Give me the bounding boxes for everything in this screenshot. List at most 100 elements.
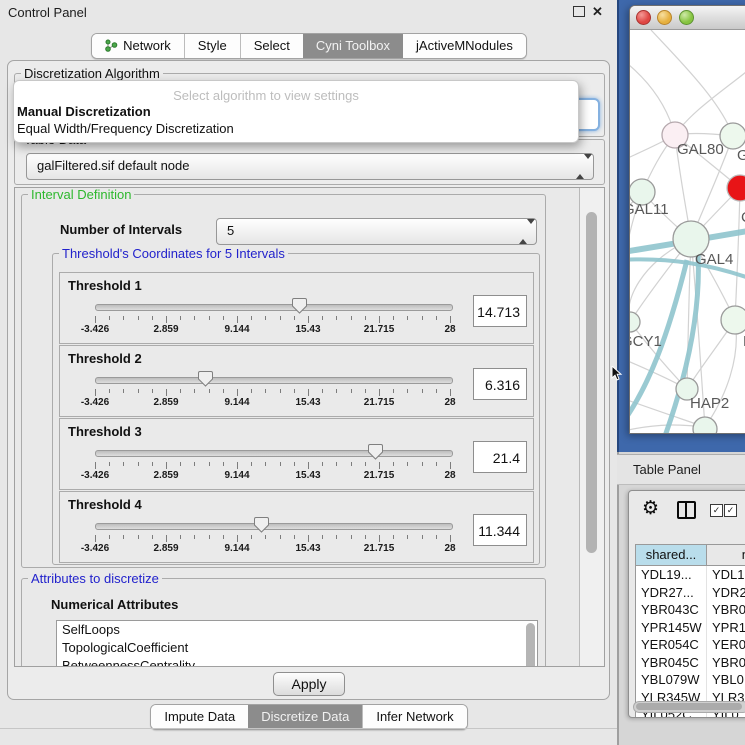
- minor-tick: [123, 535, 124, 539]
- minor-tick: [152, 462, 153, 466]
- number-of-intervals-combobox[interactable]: 5: [216, 218, 537, 245]
- column-header-name[interactable]: na: [707, 545, 745, 565]
- tick-label: 21.715: [364, 324, 395, 335]
- tab-style[interactable]: Style: [184, 34, 240, 58]
- close-traffic-light-icon[interactable]: [636, 10, 651, 25]
- checkbox-icon[interactable]: ✓: [710, 504, 723, 517]
- combo-spinner-icon[interactable]: [576, 159, 585, 174]
- minor-tick: [194, 316, 195, 320]
- algorithm-dropdown-popup: Select algorithm to view settings Manual…: [13, 80, 579, 143]
- table-cell: YBR0: [707, 601, 745, 619]
- numerical-attributes-list[interactable]: SelfLoopsTopologicalCoefficientBetweenne…: [56, 620, 538, 667]
- list-item[interactable]: SelfLoops: [57, 621, 537, 639]
- network-node[interactable]: [721, 306, 745, 334]
- minor-tick: [294, 462, 295, 466]
- pane-scrollbar-thumb[interactable]: [586, 212, 597, 553]
- checkbox-icon[interactable]: ✓: [724, 504, 737, 517]
- network-node[interactable]: [630, 312, 640, 332]
- table-data-combobox[interactable]: galFiltered.sif default node: [26, 153, 594, 180]
- list-item[interactable]: BetweennessCentrality: [57, 657, 537, 667]
- major-tick: [237, 535, 238, 542]
- major-tick: [95, 389, 96, 396]
- major-tick: [308, 389, 309, 396]
- network-node[interactable]: [693, 417, 717, 433]
- minor-tick: [422, 316, 423, 320]
- pane-scrollbar[interactable]: [579, 188, 605, 666]
- menu-item-manual-discretization[interactable]: Manual Discretization: [17, 104, 151, 119]
- tick-label: 28: [444, 470, 455, 481]
- table-row[interactable]: YDL19...YDL1: [636, 566, 745, 584]
- float-window-icon[interactable]: [573, 6, 585, 17]
- threshold-value-field[interactable]: 21.4: [473, 441, 527, 473]
- tab-impute-data[interactable]: Impute Data: [151, 705, 248, 729]
- minor-tick: [365, 316, 366, 320]
- table-row[interactable]: YDR27...YDR2: [636, 584, 745, 602]
- table-cell: YDL1: [707, 566, 745, 584]
- tab-jactivemnodules[interactable]: jActiveMNodules: [403, 34, 526, 58]
- list-item[interactable]: TopologicalCoefficient: [57, 639, 537, 657]
- major-tick: [95, 316, 96, 323]
- slider-track[interactable]: [95, 450, 453, 457]
- table-cell: YBR043C: [636, 601, 707, 619]
- minor-tick: [393, 462, 394, 466]
- table-row[interactable]: YBL079WYBL0: [636, 671, 745, 689]
- table-row[interactable]: YPR145WYPR1: [636, 619, 745, 637]
- table-cell: YER0: [707, 636, 745, 654]
- close-icon[interactable]: ✕: [592, 6, 603, 18]
- minimize-traffic-light-icon[interactable]: [657, 10, 672, 25]
- minor-tick: [407, 316, 408, 320]
- network-canvas[interactable]: GAL80GACGAL11GAL4GCY1HHAP2: [630, 30, 745, 433]
- column-header-shared-name[interactable]: shared...: [636, 545, 707, 565]
- network-edge[interactable]: [651, 30, 733, 136]
- threshold-value-field[interactable]: 14.713: [473, 295, 527, 327]
- table-horizontal-scrollbar[interactable]: [633, 701, 745, 713]
- major-tick: [308, 462, 309, 469]
- slider-track[interactable]: [95, 377, 453, 384]
- minor-tick: [123, 389, 124, 393]
- tab-cyni-toolbox[interactable]: Cyni Toolbox: [303, 34, 403, 58]
- table-horizontal-scrollbar-thumb[interactable]: [636, 703, 742, 710]
- table-row[interactable]: YBR045CYBR0: [636, 654, 745, 672]
- column-layout-icon[interactable]: [677, 501, 696, 519]
- list-scrollbar-thumb[interactable]: [526, 623, 535, 667]
- minor-tick: [294, 389, 295, 393]
- minor-tick: [109, 389, 110, 393]
- tab-select[interactable]: Select: [240, 34, 303, 58]
- tab-discretize-data[interactable]: Discretize Data: [248, 705, 362, 729]
- number-of-intervals-value: 5: [227, 223, 234, 238]
- major-tick: [237, 316, 238, 323]
- combo-spinner-icon[interactable]: [519, 224, 528, 239]
- table-row[interactable]: YER054CYER0: [636, 636, 745, 654]
- network-node[interactable]: [720, 123, 745, 149]
- slider-thumb[interactable]: [292, 297, 307, 314]
- tick-label: 2.859: [153, 470, 178, 481]
- panel-title: Control Panel: [8, 5, 87, 20]
- slider-thumb[interactable]: [254, 516, 269, 533]
- network-edge[interactable]: [735, 188, 740, 320]
- gear-icon[interactable]: ⚙: [642, 498, 659, 518]
- minor-tick: [265, 316, 266, 320]
- zoom-traffic-light-icon[interactable]: [679, 10, 694, 25]
- slider-thumb[interactable]: [368, 443, 383, 460]
- threshold-value-field[interactable]: 6.316: [473, 368, 527, 400]
- minor-tick: [194, 462, 195, 466]
- algorithm-hint: Select algorithm to view settings: [14, 88, 518, 103]
- slider-track[interactable]: [95, 523, 453, 530]
- table-row[interactable]: YBR043CYBR0: [636, 601, 745, 619]
- threshold-value-field[interactable]: 11.344: [473, 514, 527, 546]
- tick-label: -3.426: [81, 543, 109, 554]
- control-panel-titlebar: Control Panel ✕: [0, 0, 618, 26]
- minor-tick: [436, 535, 437, 539]
- tab-group: Network Style Select Cyni Toolbox jActiv…: [91, 33, 527, 59]
- slider-thumb[interactable]: [198, 370, 213, 387]
- major-tick: [450, 316, 451, 323]
- threshold-panel: Threshold 4-3.4262.8599.14415.4321.71528…: [59, 491, 534, 563]
- menu-item-equal-width-frequency[interactable]: Equal Width/Frequency Discretization: [17, 121, 234, 136]
- apply-button[interactable]: Apply: [273, 672, 345, 696]
- numerical-attributes-label: Numerical Attributes: [51, 597, 178, 612]
- tab-infer-network[interactable]: Infer Network: [362, 705, 466, 729]
- slider-track[interactable]: [95, 304, 453, 311]
- table-cell: YBL0: [707, 671, 745, 689]
- major-tick: [166, 389, 167, 396]
- tab-network[interactable]: Network: [92, 34, 184, 58]
